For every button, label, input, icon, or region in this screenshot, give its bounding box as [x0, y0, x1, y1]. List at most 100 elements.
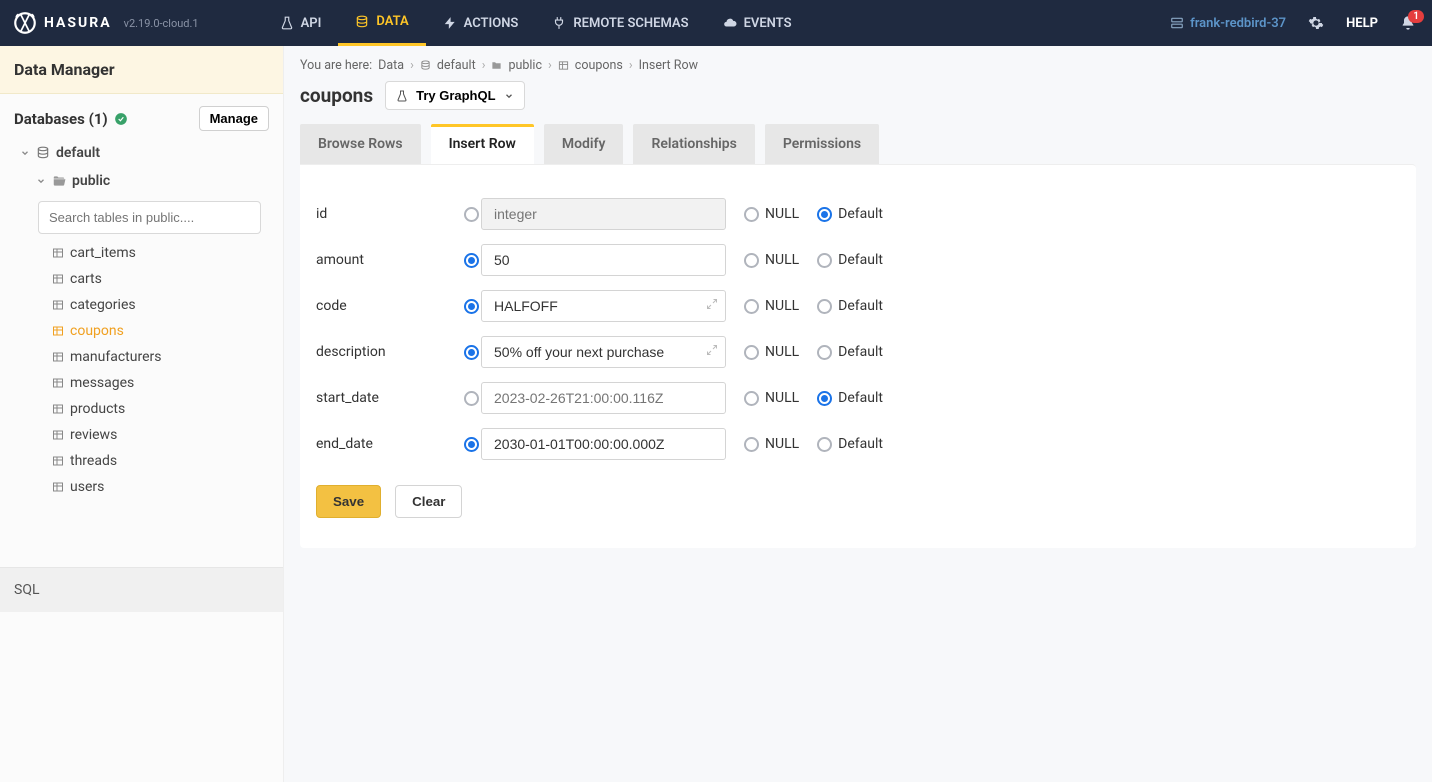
field-input-start_date[interactable]: [481, 382, 726, 414]
radio-default[interactable]: [817, 299, 832, 314]
topbar-right: frank-redbird-37 HELP 1: [1170, 15, 1416, 31]
radio-default[interactable]: [817, 437, 832, 452]
field-input-amount[interactable]: [481, 244, 726, 276]
null-label: NULL: [765, 252, 799, 268]
cloud-icon: [723, 16, 737, 30]
breadcrumb-item[interactable]: coupons: [575, 58, 623, 73]
chevron-down-icon: [36, 176, 46, 186]
radio-default[interactable]: [817, 253, 832, 268]
radio-null[interactable]: [744, 299, 759, 314]
database-icon: [355, 15, 369, 29]
sidebar-table-manufacturers[interactable]: manufacturers: [52, 344, 275, 370]
nav-events[interactable]: EVENTS: [706, 0, 809, 46]
radio-value[interactable]: [464, 345, 479, 360]
try-graphql-label: Try GraphQL: [416, 88, 495, 103]
sidebar-table-carts[interactable]: carts: [52, 266, 275, 292]
brand-name: HASURA: [44, 15, 112, 31]
radio-value[interactable]: [464, 253, 479, 268]
nav-actions[interactable]: ACTIONS: [426, 0, 536, 46]
default-label: Default: [838, 252, 883, 268]
field-input-id[interactable]: [481, 198, 726, 230]
hasura-logo-icon: [12, 10, 38, 36]
brand[interactable]: HASURA v2.19.0-cloud.1: [12, 10, 199, 36]
sidebar-table-threads[interactable]: threads: [52, 448, 275, 474]
gear-icon[interactable]: [1308, 15, 1324, 31]
radio-null[interactable]: [744, 345, 759, 360]
default-label: Default: [838, 344, 883, 360]
table-label: products: [70, 401, 125, 417]
breadcrumb: You are here: Data › default › public › …: [284, 46, 1432, 79]
null-label: NULL: [765, 390, 799, 406]
field-input-code[interactable]: [481, 290, 726, 322]
radio-default[interactable]: [817, 207, 832, 222]
form-row-amount: amount NULL Default: [316, 237, 1400, 283]
null-label: NULL: [765, 344, 799, 360]
radio-null[interactable]: [744, 391, 759, 406]
project-picker[interactable]: frank-redbird-37: [1170, 16, 1286, 31]
table-icon: [52, 377, 64, 389]
breadcrumb-item[interactable]: public: [508, 58, 542, 73]
notifications[interactable]: 1: [1400, 15, 1416, 31]
bolt-icon: [443, 16, 457, 30]
tree-schema[interactable]: public: [8, 167, 275, 195]
tree-db[interactable]: default: [8, 139, 275, 167]
chevron-right-icon: ›: [482, 58, 486, 73]
expand-icon[interactable]: [706, 344, 718, 360]
chevron-right-icon: ›: [548, 58, 552, 73]
help-link[interactable]: HELP: [1346, 16, 1378, 31]
tab-permissions[interactable]: Permissions: [765, 124, 879, 164]
try-graphql-button[interactable]: Try GraphQL: [385, 81, 524, 110]
table-list: cart_itemscartscategories coupons manufact…: [8, 240, 275, 500]
tab-relationships[interactable]: Relationships: [633, 124, 754, 164]
clear-button[interactable]: Clear: [395, 485, 462, 518]
default-label: Default: [838, 206, 883, 222]
sidebar-table-users[interactable]: users: [52, 474, 275, 500]
field-label: amount: [316, 252, 461, 268]
table-icon: [52, 351, 64, 363]
radio-default[interactable]: [817, 391, 832, 406]
flask-icon: [396, 90, 408, 102]
table-search-input[interactable]: [38, 201, 261, 234]
radio-default[interactable]: [817, 345, 832, 360]
table-label: coupons: [70, 323, 124, 339]
sql-link[interactable]: SQL: [0, 567, 283, 612]
sidebar-table-categories[interactable]: categories: [52, 292, 275, 318]
nav-api[interactable]: API: [263, 0, 339, 46]
radio-null[interactable]: [744, 437, 759, 452]
sidebar-table-products[interactable]: products: [52, 396, 275, 422]
sidebar-table-coupons[interactable]: coupons: [52, 318, 275, 344]
table-label: users: [70, 479, 104, 495]
breadcrumb-item[interactable]: default: [437, 58, 476, 73]
field-input-description[interactable]: [481, 336, 726, 368]
radio-null[interactable]: [744, 207, 759, 222]
save-button[interactable]: Save: [316, 485, 381, 518]
radio-value[interactable]: [464, 391, 479, 406]
tab-insert-row[interactable]: Insert Row: [431, 124, 534, 164]
sidebar-table-reviews[interactable]: reviews: [52, 422, 275, 448]
databases-label: Databases (1): [14, 110, 108, 128]
sidebar-table-messages[interactable]: messages: [52, 370, 275, 396]
expand-icon[interactable]: [706, 298, 718, 314]
tab-modify[interactable]: Modify: [544, 124, 624, 164]
radio-value[interactable]: [464, 207, 479, 222]
radio-value[interactable]: [464, 299, 479, 314]
field-input-end_date[interactable]: [481, 428, 726, 460]
nav-remote-schemas[interactable]: REMOTE SCHEMAS: [535, 0, 705, 46]
page-title: coupons: [300, 84, 373, 107]
radio-null[interactable]: [744, 253, 759, 268]
database-icon: [420, 60, 431, 71]
chevron-down-icon: [20, 148, 30, 158]
nav-remote-label: REMOTE SCHEMAS: [573, 16, 688, 31]
breadcrumb-item[interactable]: Data: [378, 58, 404, 73]
radio-value[interactable]: [464, 437, 479, 452]
tab-browse-rows[interactable]: Browse Rows: [300, 124, 421, 164]
table-icon: [52, 273, 64, 285]
null-label: NULL: [765, 436, 799, 452]
table-label: messages: [70, 375, 134, 391]
sidebar-table-cart_items[interactable]: cart_items: [52, 240, 275, 266]
field-label: code: [316, 298, 461, 314]
field-label: description: [316, 344, 461, 360]
main: You are here: Data › default › public › …: [284, 46, 1432, 782]
nav-data[interactable]: DATA: [338, 0, 425, 46]
manage-button[interactable]: Manage: [199, 106, 269, 131]
